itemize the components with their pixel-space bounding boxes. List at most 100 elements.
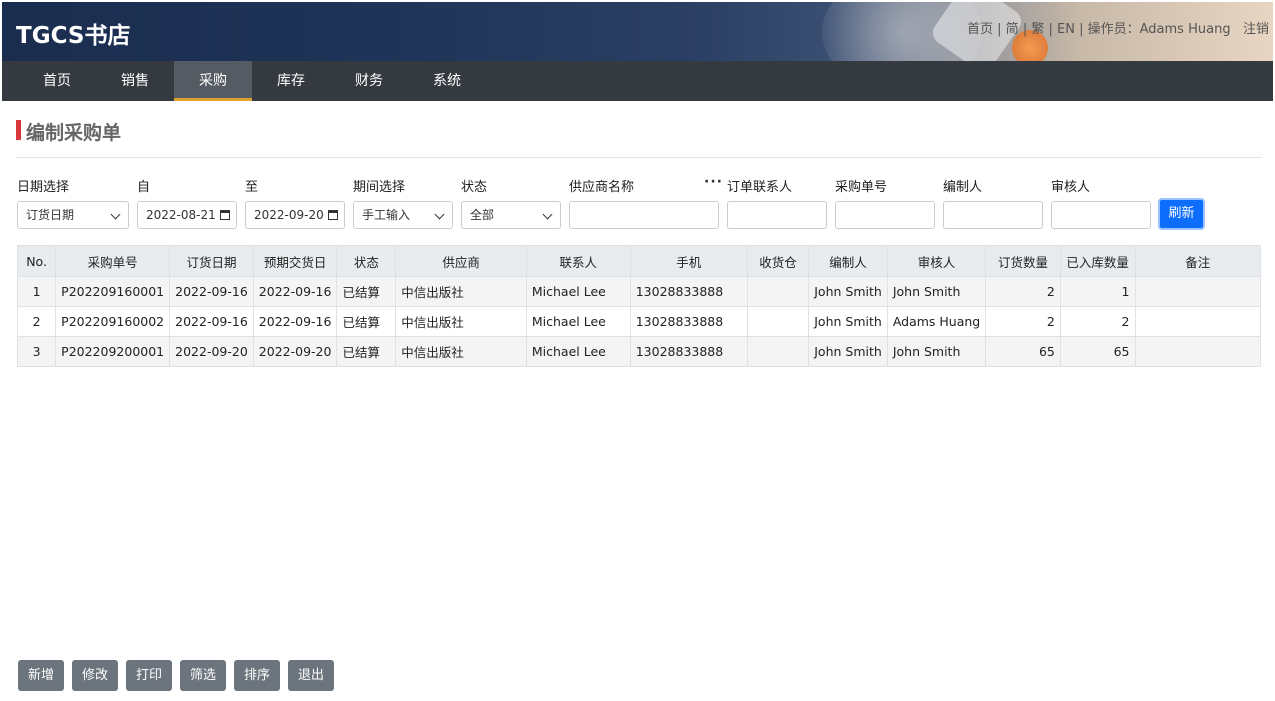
nav-item-sales[interactable]: 销售 bbox=[96, 61, 174, 101]
sort-button[interactable]: 排序 bbox=[234, 660, 280, 691]
cell-no: 1 bbox=[16, 276, 57, 307]
cell-creator: John Smith bbox=[808, 276, 888, 307]
date-type-select[interactable]: 订货日期 bbox=[17, 201, 129, 229]
cell-received-qty: 2 bbox=[1059, 306, 1136, 337]
from-date-label: 自 bbox=[137, 180, 151, 195]
page-header: 编制采购单 bbox=[16, 118, 1262, 158]
cell-order-qty: 2 bbox=[985, 306, 1061, 337]
cell-remarks bbox=[1134, 276, 1261, 307]
main-nav: 首页 销售 采购 库存 财务 系统 bbox=[2, 61, 1273, 101]
cell-contact: Michael Lee bbox=[525, 306, 631, 337]
refresh-button[interactable]: 刷新 bbox=[1158, 198, 1205, 230]
to-date-input[interactable]: 2022-09-20 bbox=[245, 201, 345, 229]
table-row[interactable]: 3 P202209200001 2022-09-20 2022-09-20 已结… bbox=[16, 336, 1261, 367]
title-accent-bar bbox=[16, 120, 21, 140]
cell-po-number: P202209160002 bbox=[55, 306, 171, 337]
add-button[interactable]: 新增 bbox=[18, 660, 64, 691]
cell-order-date: 2022-09-16 bbox=[169, 276, 254, 307]
cell-warehouse bbox=[746, 336, 810, 367]
status-value: 全部 bbox=[470, 208, 495, 222]
logout-link[interactable]: 注销 bbox=[1243, 22, 1269, 37]
divider: | bbox=[1048, 22, 1058, 37]
from-date-value: 2022-08-21 bbox=[146, 208, 216, 222]
operator-name: Adams Huang bbox=[1139, 22, 1231, 37]
from-date-input[interactable]: 2022-08-21 bbox=[137, 201, 237, 229]
cell-order-date: 2022-09-20 bbox=[169, 336, 254, 367]
cell-approver: Adams Huang bbox=[886, 306, 987, 337]
purchase-order-table: No. 采购单号 订货日期 预期交货日 状态 供应商 联系人 手机 收货仓 编制… bbox=[16, 245, 1261, 367]
column-header[interactable]: No. bbox=[16, 245, 57, 277]
app-logo: TGCS书店 bbox=[16, 23, 131, 49]
column-header[interactable]: 采购单号 bbox=[55, 245, 171, 277]
cell-no: 2 bbox=[16, 306, 57, 337]
column-header[interactable]: 手机 bbox=[629, 245, 748, 277]
cell-status: 已结算 bbox=[336, 276, 397, 307]
page-title: 编制采购单 bbox=[26, 122, 122, 144]
cell-creator: John Smith bbox=[808, 336, 888, 367]
po-number-label: 采购单号 bbox=[835, 180, 888, 195]
period-label: 期间选择 bbox=[353, 180, 406, 195]
cell-delivery-date: 2022-09-16 bbox=[252, 276, 338, 307]
status-select[interactable]: 全部 bbox=[461, 201, 561, 229]
status-label: 状态 bbox=[461, 180, 488, 195]
cell-order-date: 2022-09-16 bbox=[169, 306, 254, 337]
column-header[interactable]: 状态 bbox=[336, 245, 397, 277]
approver-input[interactable] bbox=[1051, 201, 1151, 229]
period-select[interactable]: 手工输入 bbox=[353, 201, 453, 229]
cell-status: 已结算 bbox=[336, 306, 397, 337]
calendar-icon[interactable] bbox=[328, 210, 338, 220]
nav-item-purchase[interactable]: 采购 bbox=[174, 61, 252, 101]
to-date-value: 2022-09-20 bbox=[254, 208, 324, 222]
contact-input[interactable] bbox=[727, 201, 827, 229]
cell-supplier: 中信出版社 bbox=[395, 336, 527, 367]
traditional-chinese-link[interactable]: 繁 bbox=[1031, 22, 1044, 37]
cell-supplier: 中信出版社 bbox=[395, 276, 527, 307]
cell-order-qty: 65 bbox=[985, 336, 1061, 367]
nav-item-system[interactable]: 系统 bbox=[408, 61, 486, 101]
column-header[interactable]: 编制人 bbox=[808, 245, 888, 277]
operator-label: 操作员： bbox=[1087, 22, 1140, 37]
column-header[interactable]: 联系人 bbox=[525, 245, 631, 277]
po-number-input[interactable] bbox=[835, 201, 935, 229]
cell-no: 3 bbox=[16, 336, 57, 367]
column-header[interactable]: 订货日期 bbox=[169, 245, 254, 277]
cell-approver: John Smith bbox=[886, 336, 987, 367]
cell-mobile: 13028833888 bbox=[629, 336, 748, 367]
column-header[interactable]: 收货仓 bbox=[746, 245, 810, 277]
column-header[interactable]: 备注 bbox=[1134, 245, 1261, 277]
column-header[interactable]: 订货数量 bbox=[985, 245, 1061, 277]
column-header[interactable]: 供应商 bbox=[395, 245, 527, 277]
nav-item-inventory[interactable]: 库存 bbox=[252, 61, 330, 101]
filter-button[interactable]: 筛选 bbox=[180, 660, 226, 691]
nav-item-finance[interactable]: 财务 bbox=[330, 61, 408, 101]
column-header[interactable]: 已入库数量 bbox=[1059, 245, 1136, 277]
cell-status: 已结算 bbox=[336, 336, 397, 367]
home-link[interactable]: 首页 bbox=[967, 22, 993, 37]
cell-contact: Michael Lee bbox=[525, 336, 631, 367]
supplier-input[interactable] bbox=[569, 201, 719, 229]
divider: | bbox=[997, 22, 1006, 37]
cell-received-qty: 65 bbox=[1059, 336, 1136, 367]
top-links: 首页 | 简 | 繁 | EN | 操作员：Adams Huang 注销 bbox=[967, 18, 1269, 37]
cell-delivery-date: 2022-09-16 bbox=[252, 306, 338, 337]
print-button[interactable]: 打印 bbox=[126, 660, 172, 691]
cell-contact: Michael Lee bbox=[525, 276, 631, 307]
simplified-chinese-link[interactable]: 简 bbox=[1006, 22, 1019, 37]
column-header[interactable]: 预期交货日 bbox=[252, 245, 338, 277]
approver-label: 审核人 bbox=[1051, 180, 1091, 195]
table-row[interactable]: 2 P202209160002 2022-09-16 2022-09-16 已结… bbox=[16, 306, 1261, 337]
creator-input[interactable] bbox=[943, 201, 1043, 229]
calendar-icon[interactable] bbox=[220, 210, 230, 220]
cell-mobile: 13028833888 bbox=[629, 276, 748, 307]
cell-po-number: P202209160001 bbox=[55, 276, 171, 307]
english-link[interactable]: EN bbox=[1057, 22, 1075, 37]
edit-button[interactable]: 修改 bbox=[72, 660, 118, 691]
date-type-value: 订货日期 bbox=[26, 208, 75, 222]
table-header-row: No. 采购单号 订货日期 预期交货日 状态 供应商 联系人 手机 收货仓 编制… bbox=[16, 245, 1261, 277]
nav-item-home[interactable]: 首页 bbox=[18, 61, 96, 101]
column-header[interactable]: 审核人 bbox=[886, 245, 987, 277]
exit-button[interactable]: 退出 bbox=[288, 660, 334, 691]
cell-creator: John Smith bbox=[808, 306, 888, 337]
table-row[interactable]: 1 P202209160001 2022-09-16 2022-09-16 已结… bbox=[16, 276, 1261, 307]
ellipsis-icon[interactable]: ··· bbox=[704, 174, 723, 190]
